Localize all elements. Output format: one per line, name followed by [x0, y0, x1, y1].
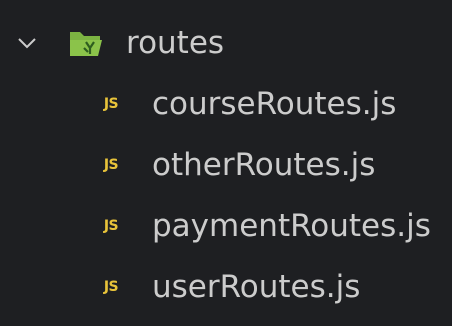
folder-row-routes[interactable]: routes — [0, 14, 452, 72]
file-label: paymentRoutes.js — [152, 207, 431, 244]
file-row-courseroutes[interactable]: JS courseRoutes.js — [0, 75, 452, 133]
file-label: userRoutes.js — [152, 268, 361, 305]
folder-open-icon — [68, 28, 104, 58]
file-explorer: routes JS courseRoutes.js JS otherRoutes… — [0, 0, 452, 326]
page: routes JS courseRoutes.js JS otherRoutes… — [0, 0, 476, 326]
chevron-down-icon[interactable] — [16, 32, 38, 54]
file-label: courseRoutes.js — [152, 85, 397, 122]
js-icon: JS — [103, 157, 119, 173]
file-label: otherRoutes.js — [152, 146, 376, 183]
file-row-otherroutes[interactable]: JS otherRoutes.js — [0, 136, 452, 194]
file-row-userroutes[interactable]: JS userRoutes.js — [0, 258, 452, 316]
folder-label: routes — [126, 24, 225, 61]
js-icon: JS — [103, 279, 119, 295]
js-icon: JS — [103, 218, 119, 234]
file-row-paymentroutes[interactable]: JS paymentRoutes.js — [0, 197, 452, 255]
page-margin — [452, 0, 476, 326]
js-icon: JS — [103, 96, 119, 112]
